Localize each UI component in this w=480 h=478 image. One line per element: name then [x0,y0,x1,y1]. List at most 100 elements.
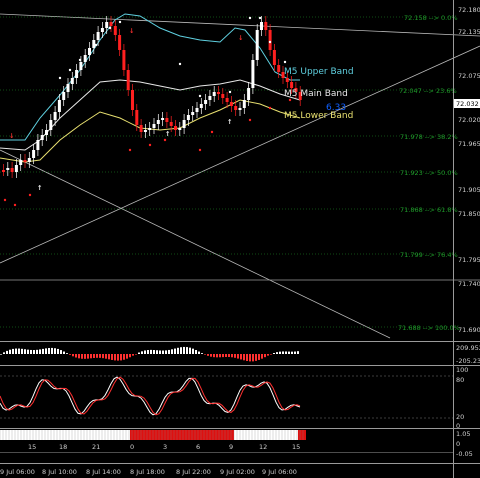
panel2-min: -205.239 [456,357,480,365]
stochastic-panel[interactable]: 100 80 20 0 [0,366,480,430]
down-arrow-icon: ↓ [9,131,14,141]
candle-body [195,108,199,112]
panel3-tick: 80 [456,376,464,384]
histogram-bar [201,353,203,354]
candle-body [113,26,117,35]
hour-label: 21 [92,443,100,451]
histogram-bar [228,354,230,358]
histogram-bar [225,354,227,357]
candle-body [66,84,70,92]
histogram-bar [66,353,68,354]
candle-body [169,122,173,126]
main-band-line [0,79,301,151]
candle-body [83,55,87,62]
trading-chart[interactable]: ↑ ↑ ↑ ↓ ↓ ↓ M5 Upper Band M5 Main Band M… [0,0,480,478]
histogram-bar [216,354,218,358]
candle-body [32,150,36,158]
histogram-bar [48,347,50,354]
hour-label: 3 [163,443,167,451]
candle-body [92,40,96,48]
candle-body [105,22,109,28]
histogram-bar [30,349,32,354]
signal-dot [268,106,272,110]
candle-body [40,135,44,140]
histogram-bar [147,349,149,354]
date-label: 9 Jul 06:00 [0,468,35,476]
histogram-bar [285,351,287,354]
fib-level-label: 71.923 --> 50.0% [400,169,458,177]
fib-level-label: 71.978 --> 38.2% [400,133,458,141]
signal-dot [198,148,202,152]
signal-dot [198,94,202,98]
histogram-bar [258,354,260,360]
histogram-bar [198,351,200,354]
candle-body [161,118,165,120]
histogram-bar [288,351,290,354]
hour-label: 9 [229,443,233,451]
stoch-signal-line [0,376,301,416]
candle-body [14,165,18,172]
histogram-bar [93,354,95,358]
signal-dot [248,118,252,122]
candle-body [152,124,156,128]
trend-segment [234,430,298,440]
histogram-bar [186,347,188,354]
fibonacci-levels [0,16,453,328]
fib-trendline[interactable] [0,149,391,339]
histogram-bar [234,354,236,358]
up-arrow-icon: ↑ [227,117,232,127]
trend-bar-panel[interactable]: 1.05 0 -0.05 15 18 21 0 3 6 9 12 15 [0,430,473,458]
histogram-bar [159,350,161,354]
histogram-bar [135,354,137,355]
signal-dot [258,16,262,20]
panel3-tick: 20 [456,413,464,421]
histogram-bar [237,354,239,359]
price-tick: 72.075 [458,72,480,80]
panel3-tick: 0 [456,422,460,430]
histogram-bar [144,350,146,354]
histogram-bar [99,354,101,358]
down-arrow-icon: ↓ [238,33,243,43]
histogram-bar [210,354,212,357]
histogram-bar [0,354,2,355]
histogram-panel[interactable]: 209.952 -205.239 [0,344,480,366]
panel4-tick: 1.05 [456,430,470,438]
candle-body [62,92,66,100]
signal-dot [118,20,122,24]
candle-body [96,32,100,40]
candle-body [242,100,246,108]
candle-body [45,130,48,135]
candle-body [100,28,104,32]
candle-body [148,128,152,130]
histogram-bar [81,354,83,359]
candle-body [70,78,74,84]
histogram-bar [6,350,8,354]
candle-body [49,120,53,130]
signal-dot [3,198,7,202]
fib-level-label: 72.047 --> 23.6% [399,87,457,95]
histogram-bar [249,354,251,362]
histogram-bar [276,352,278,354]
candle-body [174,126,177,130]
hour-label: 12 [259,443,267,451]
current-price: 72.032 [456,100,479,108]
histogram-bar [171,349,173,354]
histogram-bar [12,348,14,354]
candle-body [79,62,83,70]
candle-body [53,112,57,120]
signal-dot [94,43,98,47]
candle-body [229,102,233,106]
histogram-bar [24,349,26,354]
histogram-bar [105,354,107,359]
candle-body [2,170,5,172]
hour-label: 0 [130,443,134,451]
candle-body [23,160,27,162]
date-label: 8 Jul 10:00 [42,468,77,476]
candle-body [131,90,134,110]
histogram-bar [261,354,263,359]
panel4-tick: -0.05 [456,450,473,458]
histogram-bar [183,346,185,354]
candle-body [118,35,122,50]
candle-body [182,120,186,128]
main-price-panel[interactable]: ↑ ↑ ↑ ↓ ↓ ↓ M5 Upper Band M5 Main Band M… [0,0,480,478]
